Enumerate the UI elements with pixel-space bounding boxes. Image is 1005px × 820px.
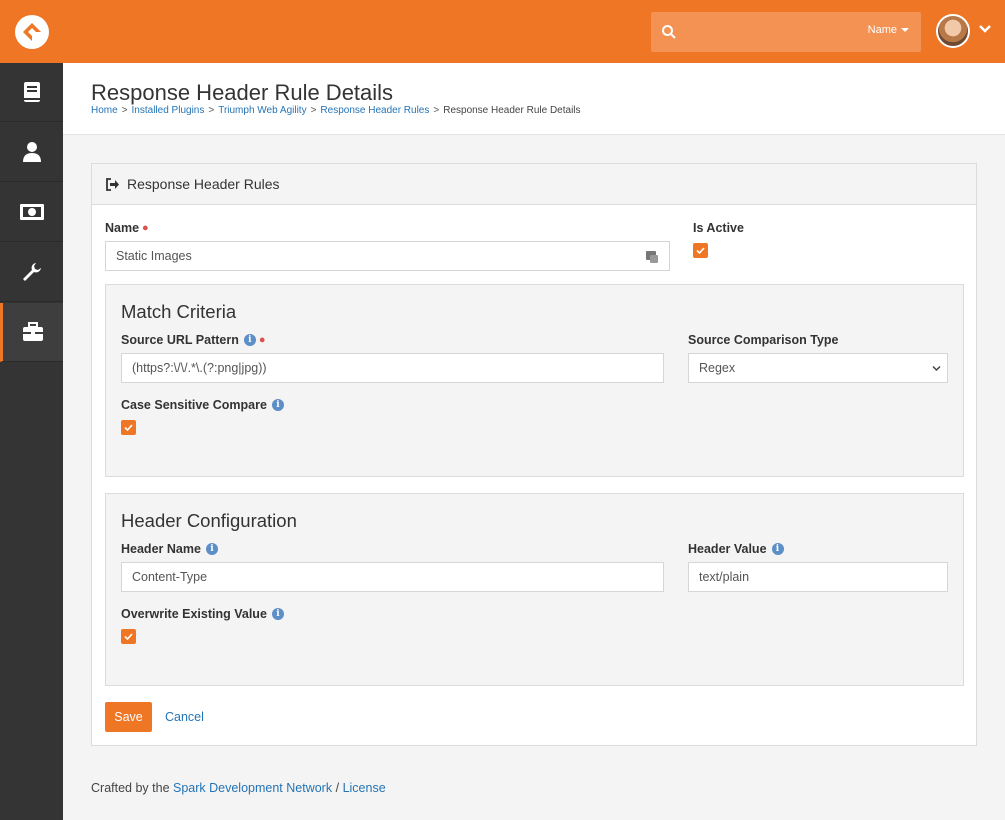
license-link[interactable]: License: [343, 781, 386, 795]
breadcrumb-response-header-rules[interactable]: Response Header Rules: [320, 105, 429, 116]
person-icon: [22, 142, 41, 162]
sign-out-icon: [106, 177, 119, 191]
info-icon[interactable]: i: [243, 334, 256, 346]
header-value-value: text/plain: [699, 570, 750, 584]
search-icon: [662, 25, 676, 39]
sidebar-item-admin[interactable]: [0, 303, 63, 362]
info-icon[interactable]: i: [271, 608, 284, 620]
search-filter-label: Name: [867, 24, 897, 36]
header-value-label-text: Header Value: [688, 542, 767, 556]
header-name-label: Header Name i: [121, 542, 218, 556]
save-button[interactable]: Save: [105, 702, 152, 732]
source-comparison-select[interactable]: Regex: [688, 353, 948, 383]
header-configuration-title: Header Configuration: [121, 510, 297, 531]
book-icon: [23, 82, 40, 102]
is-active-checkbox[interactable]: [693, 243, 708, 258]
source-comparison-label: Source Comparison Type: [688, 333, 839, 347]
required-indicator: ●: [142, 222, 149, 234]
header-name-value: Content-Type: [132, 570, 208, 584]
translate-icon[interactable]: [645, 250, 659, 264]
source-url-value: (https?:\/\/.*\.(?:png|jpg)): [132, 361, 267, 375]
header-value-field[interactable]: text/plain: [688, 562, 948, 592]
required-indicator: ●: [258, 334, 266, 346]
check-icon: [124, 633, 133, 640]
is-active-label: Is Active: [693, 221, 744, 235]
info-icon[interactable]: i: [205, 543, 218, 555]
search-box[interactable]: Name: [651, 12, 921, 52]
sidebar-item-tools[interactable]: [0, 243, 63, 302]
breadcrumb-separator: >: [208, 105, 215, 116]
breadcrumb-installed-plugins[interactable]: Installed Plugins: [132, 105, 205, 116]
breadcrumb-separator: >: [310, 105, 317, 116]
top-bar: Name: [0, 0, 1005, 63]
name-field[interactable]: Static Images: [105, 241, 670, 271]
money-icon: [19, 204, 44, 220]
rock-logo-icon: [23, 23, 41, 41]
source-url-label-text: Source URL Pattern: [121, 333, 239, 347]
info-icon[interactable]: i: [271, 399, 284, 411]
header-value-label: Header Value i: [688, 542, 784, 556]
breadcrumb-separator: >: [433, 105, 440, 116]
footer-prefix: Crafted by the: [91, 781, 170, 795]
source-url-label: Source URL Pattern i ●: [121, 333, 266, 347]
overwrite-label-text: Overwrite Existing Value: [121, 607, 267, 621]
breadcrumb-current: Response Header Rule Details: [443, 105, 581, 116]
sidebar-item-money[interactable]: [0, 183, 63, 242]
breadcrumb-triumph-web-agility[interactable]: Triumph Web Agility: [218, 105, 306, 116]
cancel-button[interactable]: Cancel: [165, 702, 204, 732]
briefcase-icon: [23, 322, 43, 341]
page-header: Response Header Rule Details Home > Inst…: [63, 63, 1005, 135]
check-icon: [696, 247, 705, 254]
sidebar-item-person[interactable]: [0, 123, 63, 182]
info-icon[interactable]: i: [771, 543, 784, 555]
header-name-field[interactable]: Content-Type: [121, 562, 664, 592]
panel-heading: Response Header Rules: [92, 164, 976, 205]
overwrite-label: Overwrite Existing Value i: [121, 607, 284, 621]
page-title: Response Header Rule Details: [91, 80, 394, 105]
panel-title: Response Header Rules: [127, 176, 280, 192]
name-field-value: Static Images: [116, 249, 192, 263]
name-label: Name ●: [105, 221, 149, 235]
header-name-label-text: Header Name: [121, 542, 201, 556]
check-icon: [124, 424, 133, 431]
rock-logo[interactable]: [15, 15, 49, 49]
case-sensitive-checkbox[interactable]: [121, 420, 136, 435]
breadcrumb: Home > Installed Plugins > Triumph Web A…: [91, 105, 581, 116]
case-sensitive-label-text: Case Sensitive Compare: [121, 398, 267, 412]
case-sensitive-label: Case Sensitive Compare i: [121, 398, 284, 412]
avatar[interactable]: [936, 14, 970, 48]
overwrite-checkbox[interactable]: [121, 629, 136, 644]
spark-network-link[interactable]: Spark Development Network: [173, 781, 332, 795]
match-criteria-title: Match Criteria: [121, 301, 237, 322]
source-url-field[interactable]: (https?:\/\/.*\.(?:png|jpg)): [121, 353, 664, 383]
breadcrumb-separator: >: [121, 105, 128, 116]
chevron-down-icon: [932, 365, 941, 372]
name-label-text: Name: [105, 221, 140, 235]
wrench-icon: [22, 263, 41, 281]
sidebar: [0, 63, 63, 820]
breadcrumb-home[interactable]: Home: [91, 105, 118, 116]
footer-separator: /: [335, 781, 340, 795]
source-comparison-value: Regex: [699, 361, 736, 375]
caret-down-icon: [901, 28, 909, 32]
chevron-down-icon[interactable]: [978, 22, 992, 36]
search-filter-dropdown[interactable]: Name: [868, 24, 909, 36]
sidebar-item-book[interactable]: [0, 63, 63, 122]
footer: Crafted by the Spark Development Network…: [91, 781, 386, 795]
